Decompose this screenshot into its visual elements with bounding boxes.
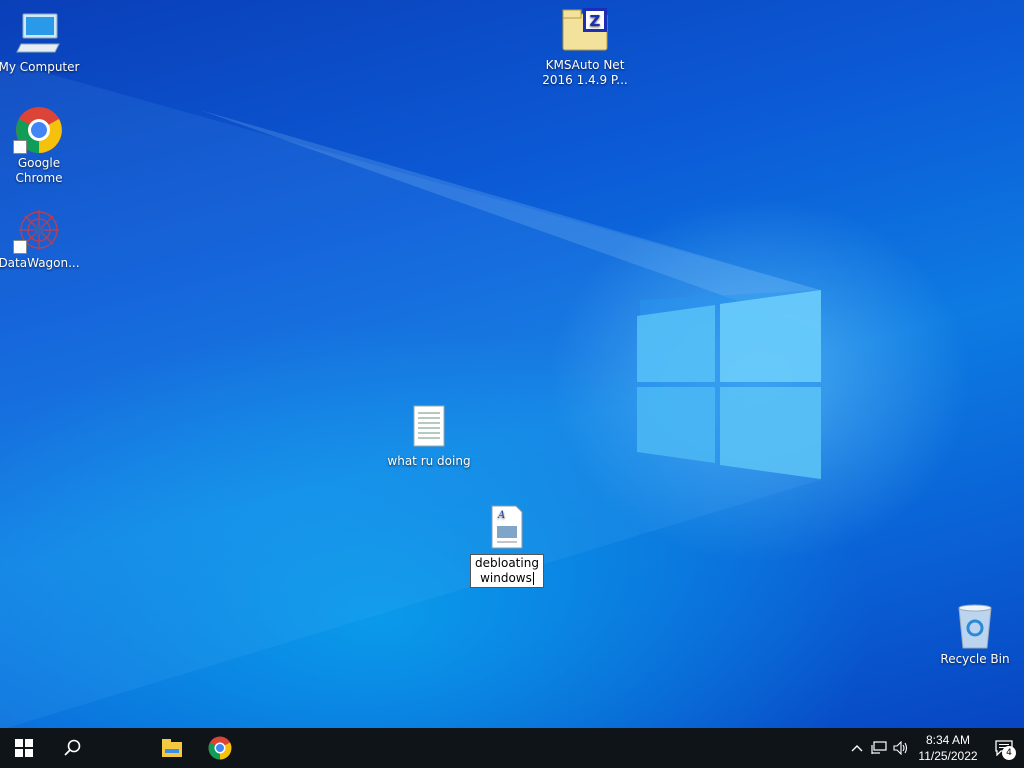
- start-button[interactable]: [0, 728, 48, 768]
- desktop-icon-datawagon[interactable]: DataWagon...: [0, 206, 82, 271]
- notification-count-badge: 4: [1002, 746, 1016, 760]
- desktop-icon-what-ru-doing[interactable]: what ru doing: [386, 404, 472, 469]
- search-icon: [64, 739, 81, 756]
- windows-logo-icon: [15, 739, 33, 757]
- icon-label: Google Chrome: [15, 156, 63, 185]
- recycle-bin-icon: [951, 602, 999, 650]
- chrome-icon: [13, 106, 63, 154]
- archive-folder-icon: Z: [561, 8, 609, 56]
- rename-input[interactable]: debloating windows: [470, 554, 544, 588]
- desktop-icon-debloating-windows[interactable]: A debloating windows: [464, 504, 550, 588]
- desktop-icon-recycle-bin[interactable]: Recycle Bin: [932, 602, 1018, 667]
- icon-label: what ru doing: [387, 454, 471, 468]
- shortcut-arrow-icon: [13, 240, 27, 254]
- svg-text:Z: Z: [590, 12, 601, 30]
- computer-icon: [15, 10, 63, 58]
- network-icon: [871, 741, 887, 754]
- windows-logo-wallpaper: [637, 290, 821, 479]
- show-hidden-icons-button[interactable]: [846, 728, 868, 768]
- clock[interactable]: 8:34 AM 11/25/2022: [912, 732, 984, 764]
- rename-text: debloating windows: [475, 556, 539, 585]
- text-file-icon: [405, 404, 453, 452]
- text-caret: [532, 572, 534, 585]
- chrome-icon: [208, 736, 232, 760]
- network-button[interactable]: [868, 728, 890, 768]
- file-explorer-button[interactable]: [148, 728, 196, 768]
- icon-label: KMSAuto Net 2016 1.4.9 P...: [542, 58, 628, 87]
- desktop-icon-kmsauto[interactable]: Z KMSAuto Net 2016 1.4.9 P...: [542, 8, 628, 88]
- chrome-taskbar-button[interactable]: [196, 728, 244, 768]
- svg-text:A: A: [497, 510, 505, 521]
- icon-label: Recycle Bin: [940, 652, 1010, 666]
- taskbar: 8:34 AM 11/25/2022 4: [0, 728, 1024, 768]
- speaker-icon: [893, 741, 908, 755]
- taskbar-spacer: [96, 728, 148, 768]
- desktop-icon-google-chrome[interactable]: Google Chrome: [0, 106, 82, 186]
- file-explorer-icon: [162, 739, 182, 757]
- desktop-icon-my-computer[interactable]: My Computer: [0, 10, 82, 75]
- chevron-up-icon: [851, 745, 863, 752]
- icon-label: My Computer: [0, 60, 80, 74]
- datawagon-icon: [13, 206, 63, 254]
- clock-date: 11/25/2022: [918, 749, 978, 763]
- volume-button[interactable]: [890, 728, 912, 768]
- clock-time: 8:34 AM: [925, 733, 971, 747]
- system-tray: 8:34 AM 11/25/2022 4: [846, 728, 1024, 768]
- search-button[interactable]: [48, 728, 96, 768]
- icon-label: DataWagon...: [0, 256, 80, 270]
- action-center-button[interactable]: 4: [984, 728, 1024, 768]
- document-icon: A: [483, 504, 531, 552]
- shortcut-arrow-icon: [13, 140, 27, 154]
- wallpaper: [0, 60, 821, 728]
